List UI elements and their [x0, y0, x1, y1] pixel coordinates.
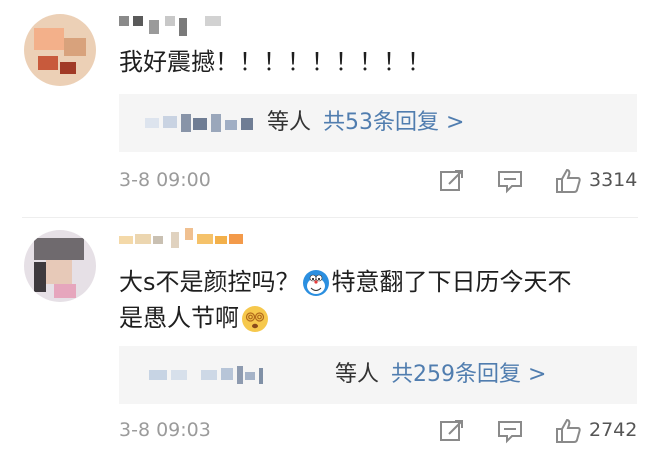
avatar-blur-block — [34, 28, 64, 50]
username-pixelated[interactable] — [119, 14, 229, 38]
avatar[interactable] — [24, 230, 96, 302]
comment-text-part2: 特意翻了下日历今天不 — [331, 268, 572, 296]
reply-summary-text: 等人 共53条回复 > — [267, 107, 464, 139]
comment-text-part1: 大s不是颜控吗？ — [119, 268, 300, 296]
avatar-blur-block — [54, 284, 76, 298]
share-icon[interactable] — [437, 416, 467, 446]
timestamp: 3-8 09:03 — [119, 419, 211, 441]
avatar-blur-block — [64, 38, 86, 56]
reply-count-link[interactable]: 共53条回复 > — [323, 110, 464, 135]
reply-count-link[interactable]: 共259条回复 > — [391, 362, 546, 387]
reply-summary[interactable]: 等人 共259条回复 > — [119, 346, 637, 404]
doraemon-emoji — [302, 270, 329, 296]
comment-item-2: 大s不是颜控吗？ 特意翻了下日历今天不 是愚人节啊 等人 共259条回复 > 3… — [0, 218, 660, 457]
reply-deng: 等人 — [335, 362, 380, 387]
reply-summary-text: 等人 共259条回复 > — [335, 359, 546, 391]
reply-summary[interactable]: 等人 共53条回复 > — [119, 94, 637, 152]
timestamp: 3-8 09:00 — [119, 169, 211, 191]
thumbs-up-icon[interactable] — [553, 416, 583, 446]
comment-icon[interactable] — [495, 166, 525, 196]
thumbs-up-icon[interactable] — [553, 166, 583, 196]
comment-meta: 3-8 09:03 2742 — [119, 416, 638, 446]
username-pixelated[interactable] — [119, 228, 259, 252]
avatar-blur-block — [34, 262, 46, 292]
comment-text-part3: 是愚人节啊 — [119, 304, 239, 332]
dizzy-face-emoji — [242, 306, 268, 332]
comment-icon[interactable] — [495, 416, 525, 446]
comment-item-1: 我好震撼！！！！！！！！！ 等人 共53条回复 > 3-8 09:00 3314 — [0, 0, 660, 218]
avatar-blur-block — [60, 62, 76, 74]
reply-names-pixelated — [149, 366, 263, 384]
reply-names-pixelated — [145, 114, 253, 132]
avatar-blur-block — [46, 260, 72, 284]
avatar[interactable] — [24, 14, 96, 86]
comment-text: 大s不是颜控吗？ 特意翻了下日历今天不是愚人节啊 — [119, 264, 619, 336]
reply-deng: 等人 — [267, 110, 312, 135]
avatar-blur-block — [38, 56, 58, 70]
share-icon[interactable] — [437, 166, 467, 196]
avatar-blur-block — [34, 238, 84, 260]
like-count: 2742 — [589, 419, 638, 441]
comment-text: 我好震撼！！！！！！！！！ — [119, 48, 431, 76]
comment-meta: 3-8 09:00 3314 — [119, 166, 638, 196]
like-count: 3314 — [589, 169, 638, 191]
